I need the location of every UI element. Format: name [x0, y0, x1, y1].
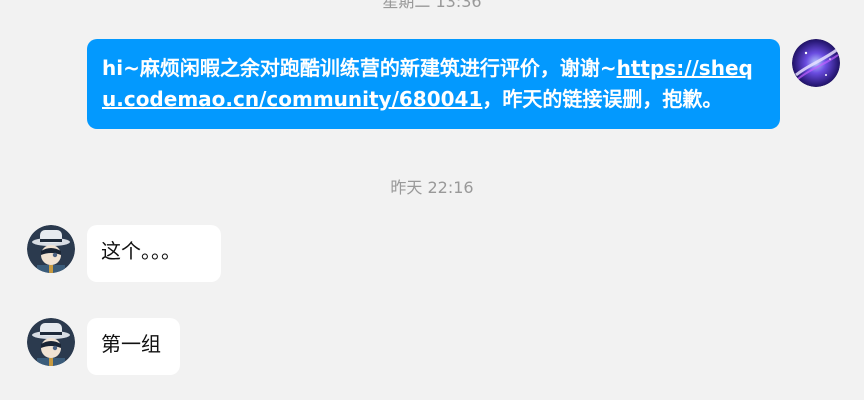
message-text: hi~麻烦闲暇之余对跑酷训练营的新建筑进行评价，谢谢~ [102, 56, 617, 80]
message-bubble-self: hi~麻烦闲暇之余对跑酷训练营的新建筑进行评价，谢谢~https://shequ… [87, 39, 780, 129]
other-avatar[interactable] [27, 318, 75, 366]
message-text: 这个。。。 [101, 239, 181, 263]
character-hat-avatar-icon [27, 318, 75, 366]
message-bubble-other: 这个。。。 [87, 225, 221, 282]
message-bubble-other: 第一组 [87, 318, 180, 375]
other-avatar[interactable] [27, 225, 75, 273]
timestamp-top: 星期二 13:36 [382, 0, 482, 11]
self-avatar[interactable] [792, 39, 840, 87]
message-text-tail: ，昨天的链接误删，抱歉。 [482, 87, 723, 111]
character-hat-avatar-icon [27, 225, 75, 273]
message-text: 第一组 [101, 332, 161, 356]
galaxy-avatar-icon [792, 39, 840, 87]
timestamp-middle: 昨天 22:16 [390, 178, 474, 197]
